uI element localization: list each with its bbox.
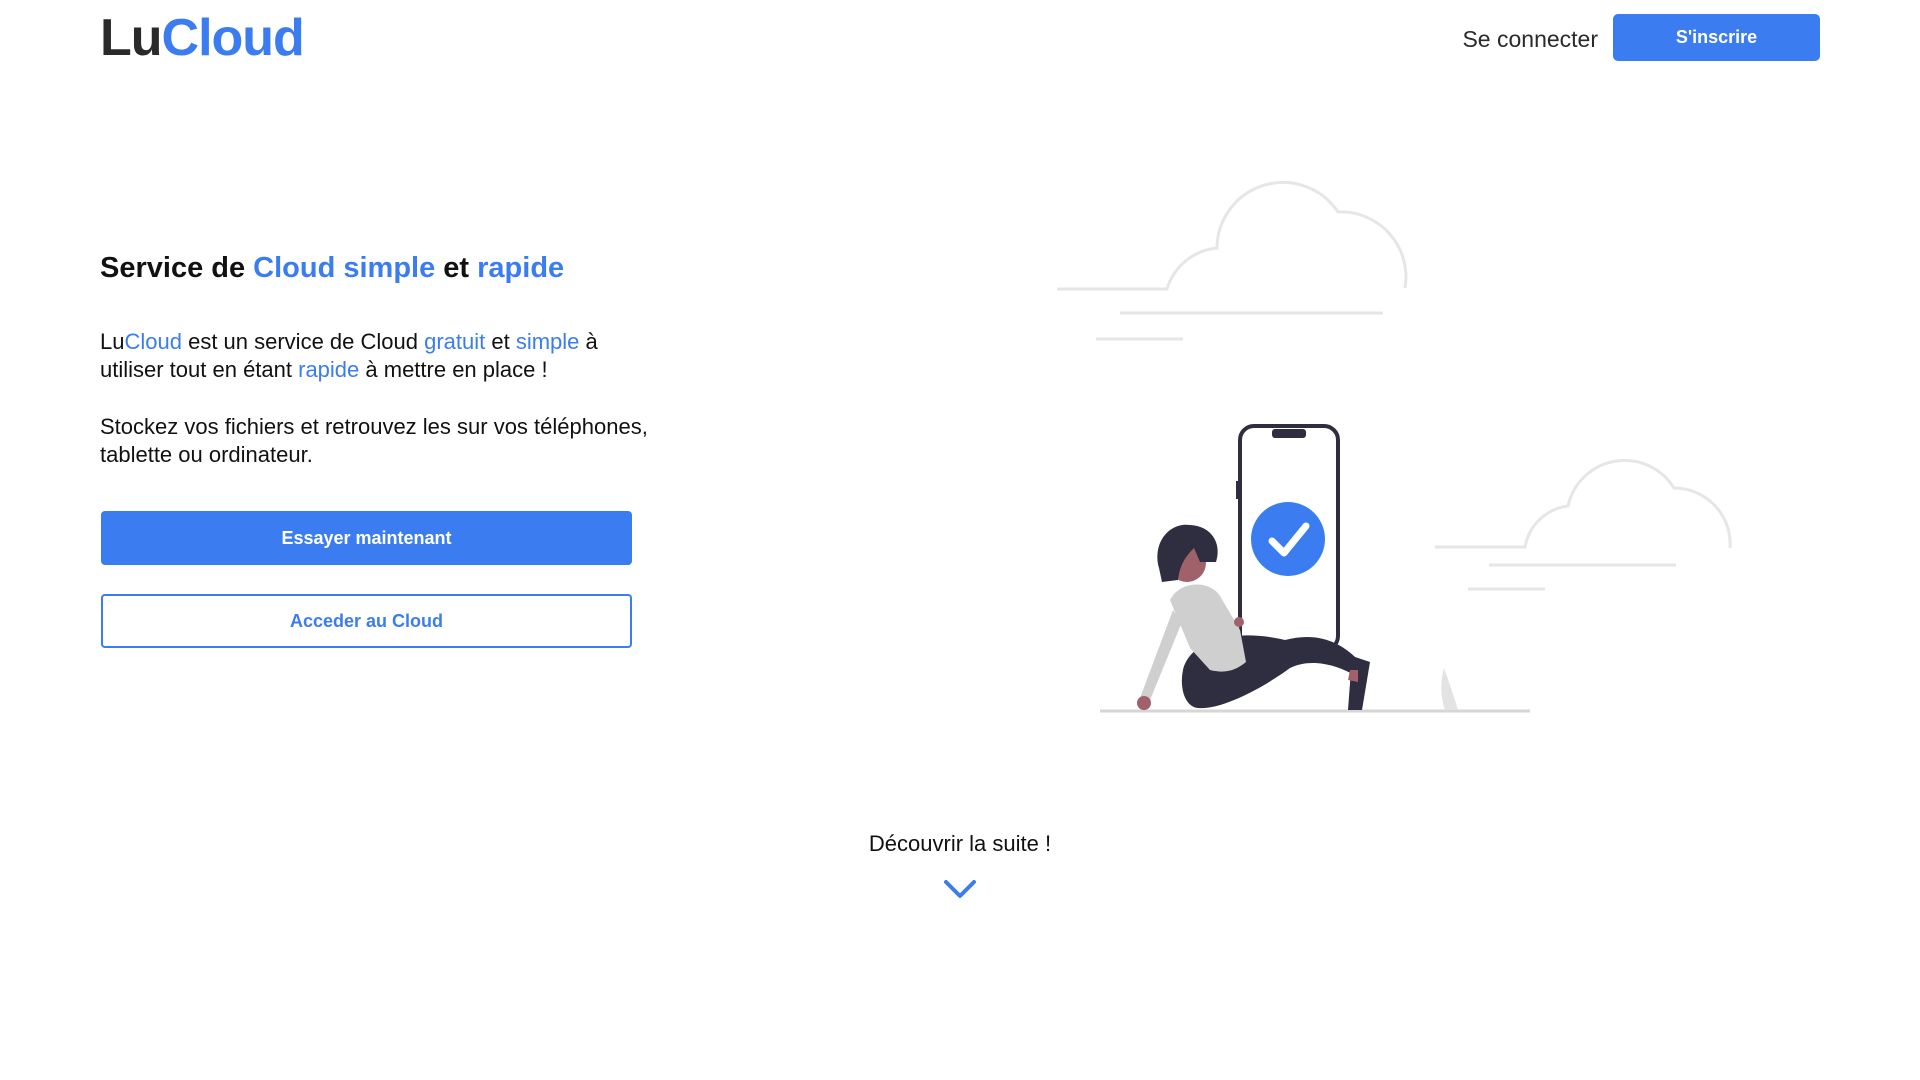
desc-part: Lu: [100, 329, 125, 354]
phone-icon: [1236, 424, 1340, 652]
person-with-phone-illustration: [1057, 181, 1732, 713]
login-link[interactable]: Se connecter: [1440, 20, 1598, 58]
discover-more-label: Découvrir la suite !: [868, 831, 1052, 856]
signup-button[interactable]: S'inscrire: [1613, 14, 1820, 61]
desc-highlight: rapide: [298, 357, 360, 382]
top-navbar: LuCloud Se connecter S'inscrire: [0, 0, 1920, 76]
hero-illustration: [1040, 170, 1760, 730]
logo-part-lu: Lu: [100, 9, 163, 67]
logo[interactable]: LuCloud: [100, 6, 305, 70]
desc-part: et: [485, 329, 516, 354]
desc-highlight: simple: [515, 329, 580, 354]
hero-title-part: Service de: [100, 252, 254, 284]
landing-page: LuCloud Se connecter S'inscrire Service …: [0, 0, 1920, 1080]
logo-part-cloud: Cloud: [161, 9, 305, 67]
hero-title-part: et: [435, 252, 478, 284]
try-now-button[interactable]: Essayer maintenant: [101, 511, 632, 565]
cloud-icon: [1057, 181, 1408, 341]
hero-title: Service de Cloud simple et rapide: [100, 246, 564, 290]
hero-storage-text: Stockez vos fichiers et retrouvez les su…: [100, 414, 648, 467]
chevron-down-icon[interactable]: [940, 875, 980, 903]
desc-highlight: Cloud: [124, 329, 182, 354]
access-cloud-button[interactable]: Acceder au Cloud: [101, 594, 632, 648]
cloud-icon: [1435, 459, 1732, 591]
desc-part: est un service de Cloud: [181, 329, 425, 354]
desc-part: à mettre en place !: [359, 357, 548, 382]
grass-icon: [1441, 668, 1458, 710]
hero-title-highlight: Cloud simple: [253, 252, 436, 284]
desc-highlight: gratuit: [424, 329, 486, 354]
hero-description: LuCloud est un service de Cloud gratuit …: [100, 328, 660, 384]
hero-title-highlight: rapide: [477, 252, 565, 284]
